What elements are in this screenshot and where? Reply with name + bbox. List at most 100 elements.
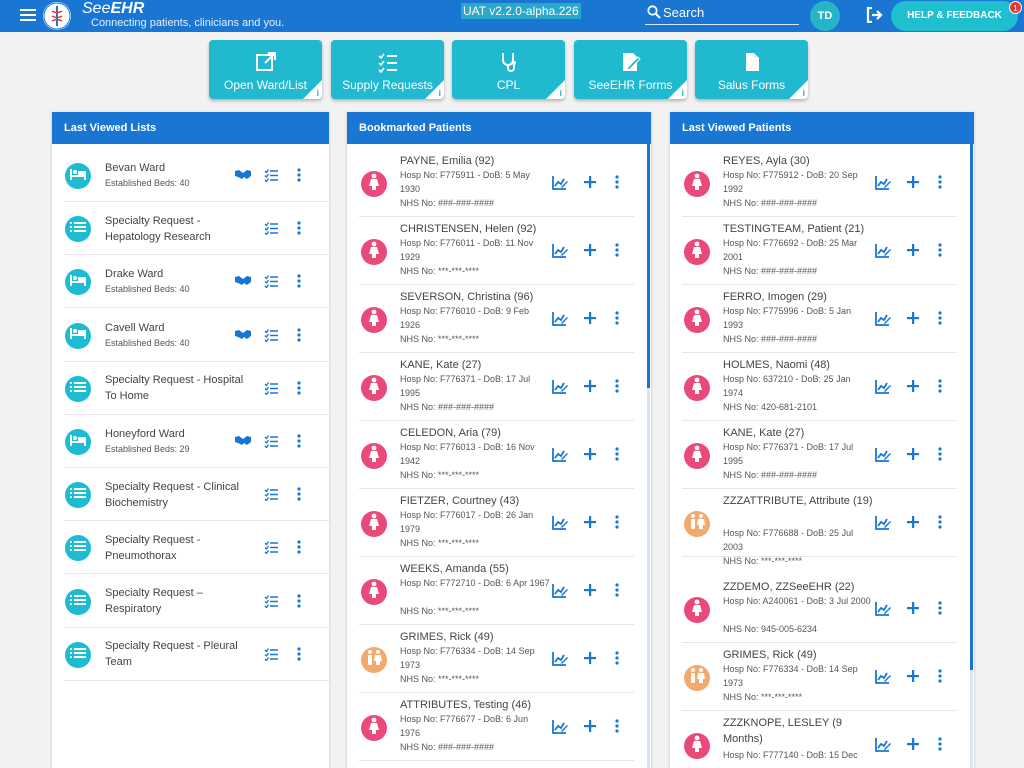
chart-edit-icon[interactable] [552,379,568,399]
patient-row[interactable]: REYES, Ayla (30) Hosp No: F775912 - DoB: … [682,149,957,217]
scrollbar-thumb[interactable] [647,144,650,388]
more-vert-icon[interactable] [615,583,619,602]
patient-row[interactable]: GRIMES, Rick (49) Hosp No: F776334 - DoB:… [682,643,957,711]
add-icon[interactable] [584,651,596,669]
more-vert-icon[interactable] [615,447,619,466]
handshake-icon[interactable] [234,328,252,346]
more-vert-icon[interactable] [297,487,301,506]
add-icon[interactable] [584,175,596,193]
list-item[interactable]: Specialty Request – Respiratory [64,575,329,628]
more-vert-icon[interactable] [938,669,942,688]
add-icon[interactable] [907,601,919,619]
list-item[interactable]: Honeyford Ward Established Beds: 29 [64,415,329,468]
checklist-small-icon[interactable] [264,221,279,240]
more-vert-icon[interactable] [297,540,301,559]
more-vert-icon[interactable] [297,647,301,666]
patient-row[interactable]: WEEKS, Amanda (55) Hosp No: F772710 - DoB… [359,557,634,625]
patient-row[interactable]: PAYNE, Emilia (92) Hosp No: F775911 - DoB… [359,149,634,217]
add-icon[interactable] [584,447,596,465]
more-vert-icon[interactable] [938,737,942,756]
chart-edit-icon[interactable] [875,311,891,331]
patient-row[interactable]: CHRISTENSEN, Helen (92) Hosp No: F776011 … [359,217,634,285]
more-vert-icon[interactable] [938,243,942,262]
chart-edit-icon[interactable] [875,243,891,263]
more-vert-icon[interactable] [615,719,619,738]
more-vert-icon[interactable] [615,651,619,670]
more-vert-icon[interactable] [938,515,942,534]
add-icon[interactable] [907,379,919,397]
add-icon[interactable] [907,243,919,261]
logout-icon[interactable] [866,6,884,28]
chart-edit-icon[interactable] [875,379,891,399]
checklist-small-icon[interactable] [264,381,279,400]
list-item[interactable]: Bevan Ward Established Beds: 40 [64,149,329,202]
checklist-small-icon[interactable] [264,168,279,187]
list-item[interactable]: Specialty Request - Hepatology Research [64,202,329,256]
patient-row[interactable]: CELEDON, Aria (79) Hosp No: F776013 - DoB… [359,421,634,489]
checklist-small-icon[interactable] [264,540,279,559]
more-vert-icon[interactable] [938,311,942,330]
more-vert-icon[interactable] [297,274,301,293]
patient-row[interactable]: FERRO, Imogen (29) Hosp No: F775996 - DoB… [682,285,957,353]
checklist-small-icon[interactable] [264,434,279,453]
checklist-small-icon[interactable] [264,328,279,347]
more-vert-icon[interactable] [297,593,301,613]
more-vert-icon[interactable] [938,447,942,466]
more-vert-icon[interactable] [938,379,942,398]
seeehr-forms-button[interactable]: SeeEHR Forms i [574,40,687,99]
handshake-icon[interactable] [234,434,252,452]
patient-row[interactable]: TESTINGTEAM, Patient (21) Hosp No: F77669… [682,217,957,285]
more-vert-icon[interactable] [297,381,301,400]
supply-requests-button[interactable]: Supply Requests i [331,40,444,99]
list-item[interactable]: Drake Ward Established Beds: 40 [64,255,329,309]
list-item[interactable]: Specialty Request - Pleural Team [64,628,329,681]
patient-row[interactable]: ZZZKNOPE, LESLEY (9 Months) Hosp No: F777… [682,711,957,768]
more-vert-icon[interactable] [297,327,301,347]
patient-row[interactable]: SEVERSON, Christina (96) Hosp No: F776010… [359,285,634,353]
checklist-small-icon[interactable] [264,594,279,613]
chart-edit-icon[interactable] [875,447,891,467]
add-icon[interactable] [584,515,596,533]
checklist-small-icon[interactable] [264,487,279,506]
open-ward-list-button[interactable]: Open Ward/List i [209,40,322,99]
info-icon[interactable]: i [438,88,441,98]
more-vert-icon[interactable] [615,311,619,330]
add-icon[interactable] [584,583,596,601]
more-vert-icon[interactable] [297,221,301,240]
info-icon[interactable]: i [559,88,562,98]
more-vert-icon[interactable] [615,379,619,398]
more-vert-icon[interactable] [297,434,301,453]
chart-edit-icon[interactable] [552,651,568,671]
chart-edit-icon[interactable] [875,737,891,757]
chart-edit-icon[interactable] [875,669,891,689]
patient-row[interactable]: GRIMES, Rick (49) Hosp No: F776334 - DoB:… [359,625,634,693]
add-icon[interactable] [907,175,919,193]
add-icon[interactable] [584,243,596,261]
cpl-button[interactable]: CPL i [452,40,565,99]
chart-edit-icon[interactable] [552,583,568,603]
more-vert-icon[interactable] [615,175,619,194]
chart-edit-icon[interactable] [875,601,891,621]
scrollbar-thumb[interactable] [970,144,973,670]
patient-row[interactable]: ATTRIBUTES, Testing (46) Hosp No: F776677… [359,693,634,761]
more-vert-icon[interactable] [615,243,619,262]
user-avatar[interactable]: TD [810,1,840,31]
handshake-icon[interactable] [234,274,252,292]
list-item[interactable]: Specialty Request - Clinical Biochemistr… [64,468,329,522]
chart-edit-icon[interactable] [552,175,568,195]
patient-row[interactable]: ZZZATTRIBUTE, Attribute (19) Hosp No: F77… [682,489,957,566]
add-icon[interactable] [907,447,919,465]
chart-edit-icon[interactable] [875,175,891,195]
chart-edit-icon[interactable] [552,719,568,739]
list-item[interactable]: Specialty Request - Hospital To Home [64,362,329,415]
add-icon[interactable] [907,311,919,329]
info-icon[interactable]: i [681,88,684,98]
more-vert-icon[interactable] [938,175,942,194]
patient-row[interactable]: KANE, Kate (27) Hosp No: F776371 - DoB: 1… [682,421,957,489]
checklist-small-icon[interactable] [264,647,279,666]
search-input[interactable]: Search [645,3,799,25]
patient-row[interactable]: HOLMES, Naomi (48) Hosp No: 637210 - DoB:… [682,353,957,421]
checklist-small-icon[interactable] [264,274,279,293]
handshake-icon[interactable] [234,168,252,186]
help-feedback-button[interactable]: HELP & FEEDBACK [891,1,1018,31]
